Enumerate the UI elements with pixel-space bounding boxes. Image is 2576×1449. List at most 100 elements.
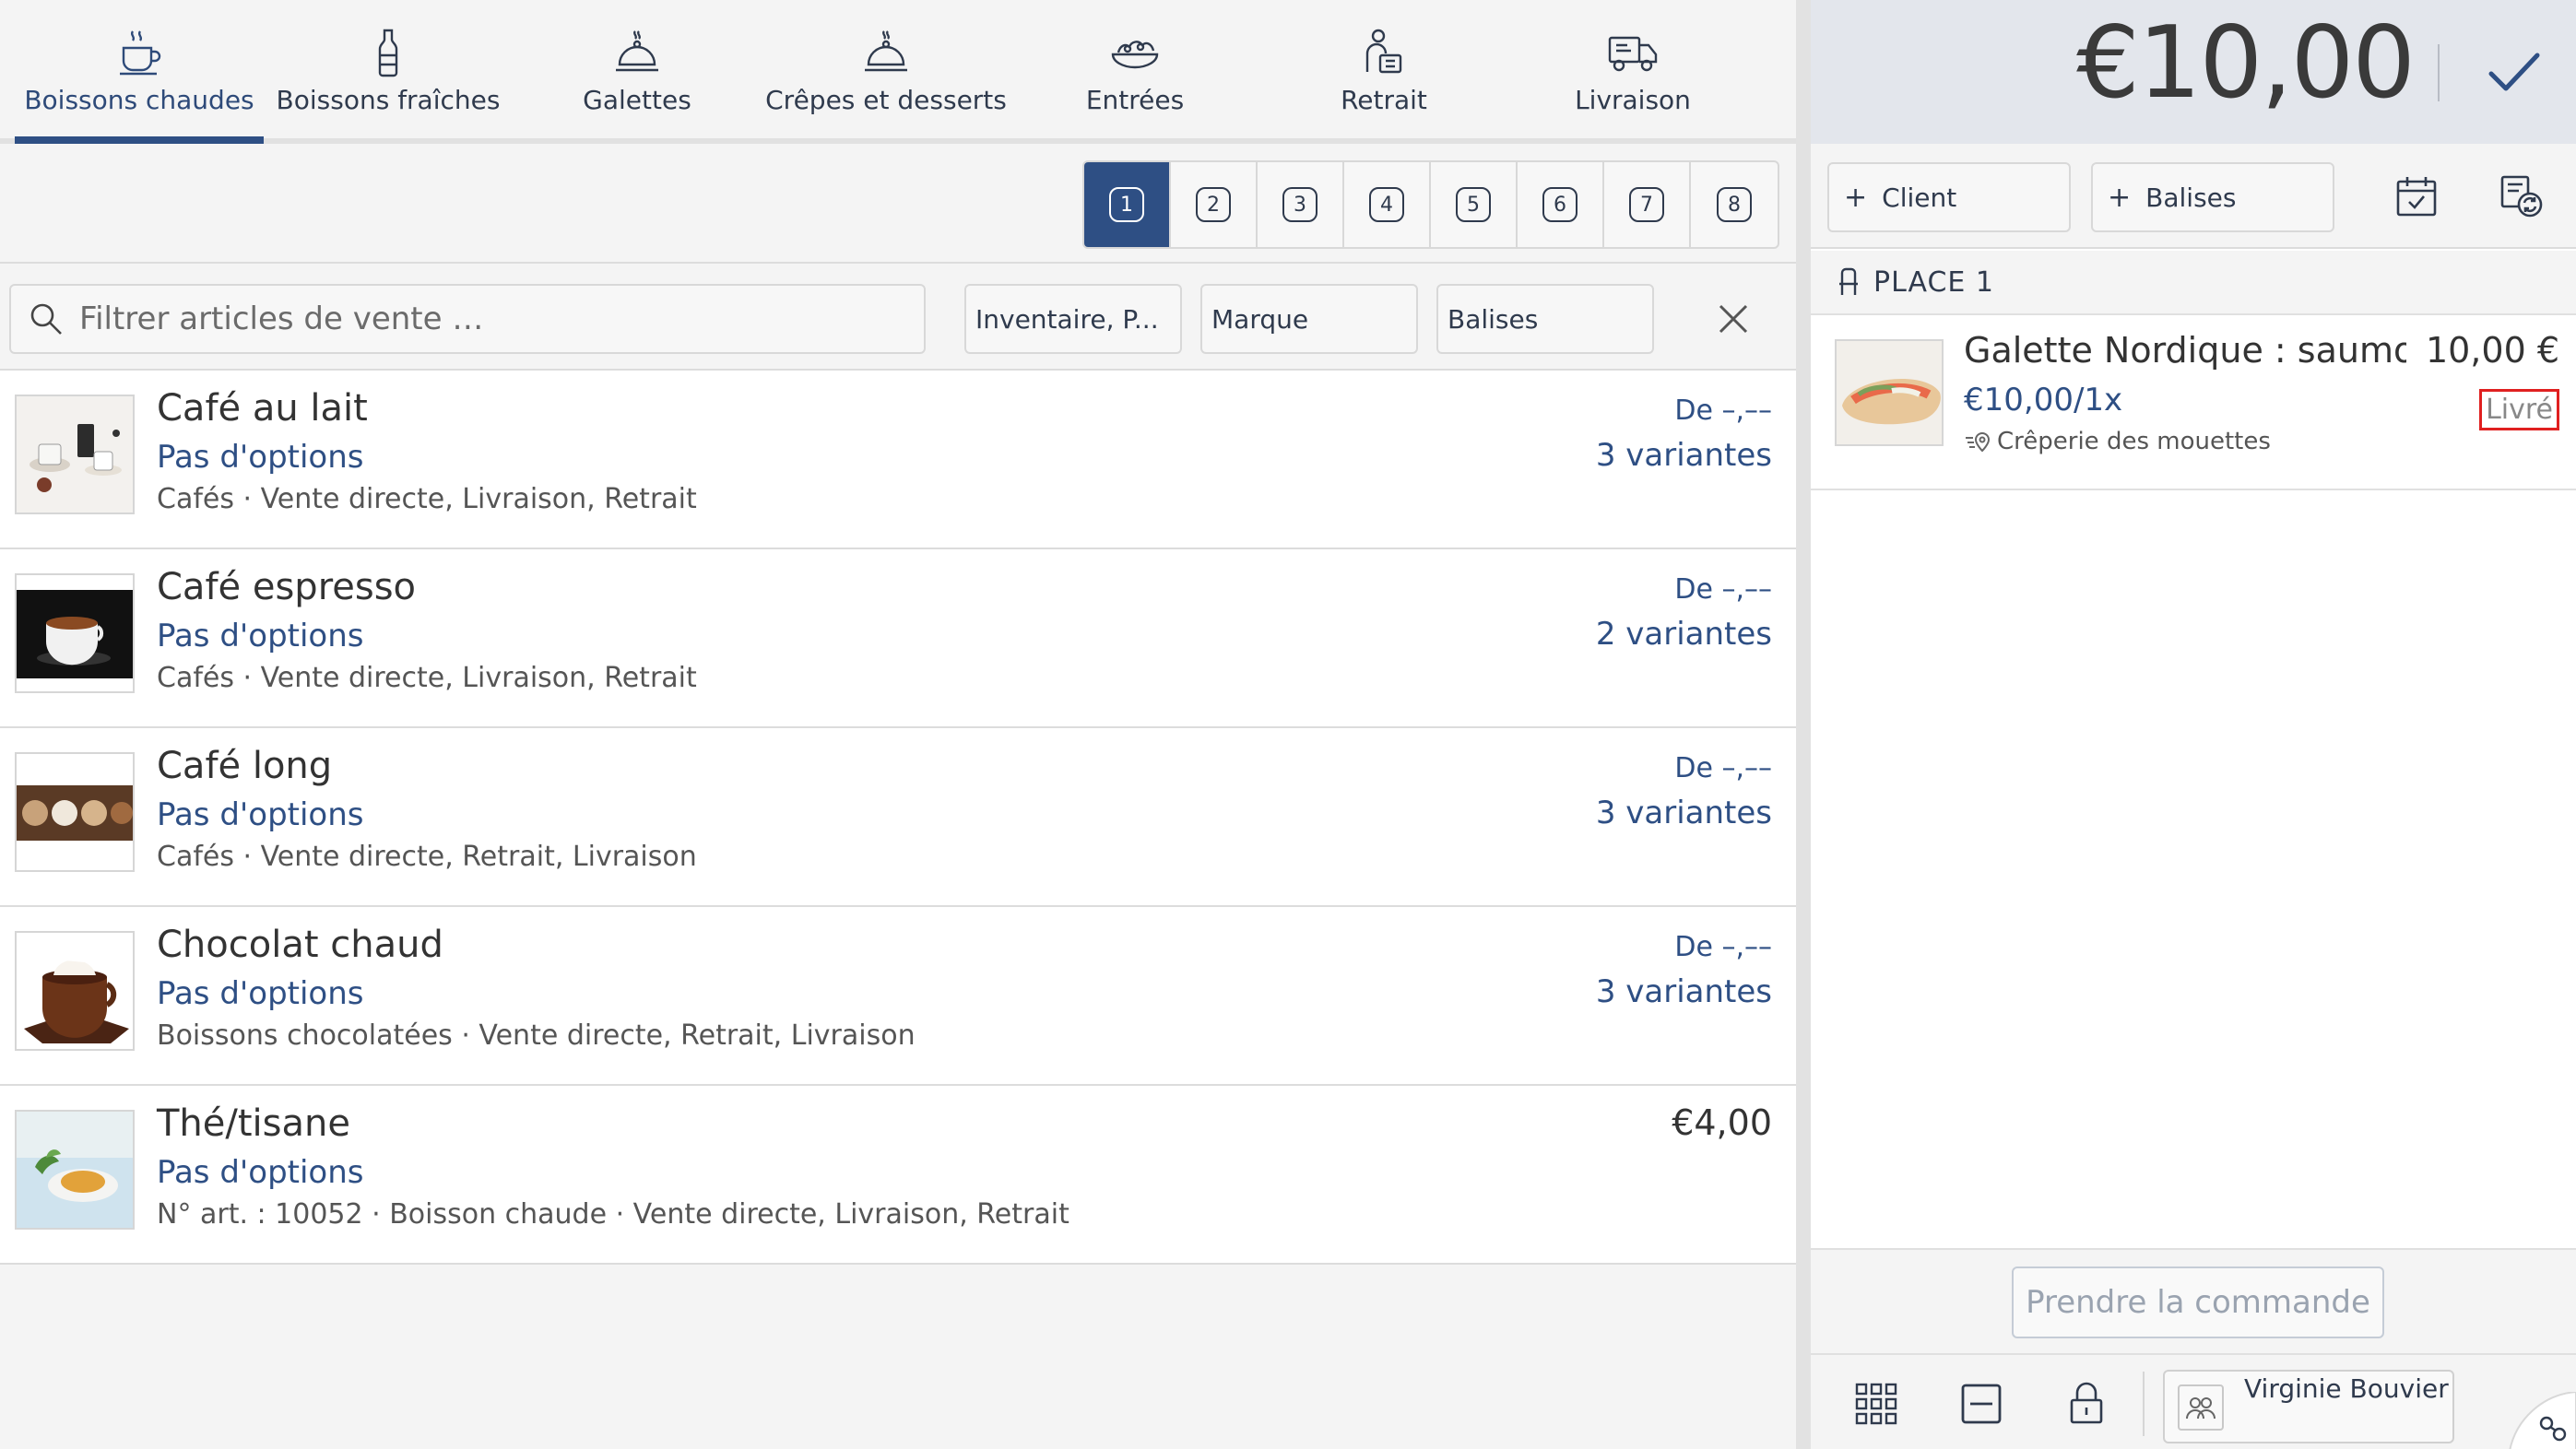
search-box[interactable] (9, 284, 926, 354)
list-item[interactable]: Café long Pas d'options Cafés · Vente di… (0, 728, 1796, 907)
filter-bar: Inventaire, P... Marque Balises (0, 265, 1796, 371)
status-badge: Livré (2479, 389, 2559, 430)
delivery-truck-icon (1607, 28, 1659, 77)
tab-label: Crêpes et desserts (765, 85, 1007, 115)
tab-entrees[interactable]: Entrées (1010, 0, 1259, 144)
delivery-location-icon (1964, 430, 1997, 453)
item-options: Pas d'options (157, 439, 364, 476)
divider (2438, 44, 2440, 101)
tab-retrait[interactable]: Retrait (1259, 0, 1508, 144)
list-item[interactable]: Chocolat chaud Pas d'options Boissons ch… (0, 907, 1796, 1086)
user-name: Virginie Bouvier (2244, 1373, 2449, 1404)
item-price-from: De –,–– (1674, 573, 1772, 606)
plus-icon: + (1844, 181, 1868, 214)
item-meta: N° art. : 10052 · Boisson chaude · Vente… (157, 1198, 1069, 1231)
order-action-bar: + Client + Balises (1811, 144, 2576, 249)
order-item-name: Galette Nordique : saumo... (1964, 330, 2406, 371)
item-price-from: De –,–– (1674, 752, 1772, 784)
place-title: PLACE 1 (1873, 265, 1995, 299)
filter-tags-chip[interactable]: Balises (1436, 284, 1654, 354)
item-thumbnail (15, 395, 135, 514)
item-options: Pas d'options (157, 618, 364, 654)
take-order-button[interactable]: Prendre la commande (2012, 1266, 2384, 1338)
item-thumbnail (15, 1110, 135, 1230)
item-price-from: De –,–– (1674, 395, 1772, 427)
panel-divider[interactable] (1796, 0, 1811, 1449)
tab-boissons-fraiches[interactable]: Boissons fraîches (264, 0, 513, 144)
place-number: 5 (1456, 187, 1491, 222)
place-number: 2 (1196, 187, 1231, 222)
order-item-unit-price: €10,00/1x (1964, 382, 2123, 418)
order-line-item[interactable]: Galette Nordique : saumo... 10,00 € €10,… (1811, 315, 2576, 490)
order-panel: €10,00 + Client + Balises PLACE 1 Galett… (1811, 0, 2576, 1449)
pickup-icon (1364, 28, 1404, 77)
take-order-bar: Prendre la commande (1811, 1248, 2576, 1353)
place-number: 1 (1109, 187, 1144, 222)
place-button-4[interactable]: 4 (1344, 162, 1431, 247)
tab-label: Galettes (583, 85, 691, 115)
order-item-thumbnail (1835, 339, 1944, 446)
order-item-vendor: Crêperie des mouettes (1964, 428, 2271, 455)
order-total-bar: €10,00 (1811, 0, 2576, 144)
item-price-from: De –,–– (1674, 931, 1772, 963)
grid-icon[interactable] (1851, 1379, 1901, 1429)
place-button-6[interactable]: 6 (1518, 162, 1604, 247)
add-tags-label: Balises (2145, 182, 2237, 213)
tab-boissons-chaudes[interactable]: Boissons chaudes (15, 0, 264, 144)
divider (2143, 1372, 2145, 1436)
place-number: 3 (1282, 187, 1318, 222)
user-button[interactable]: Virginie Bouvier (2163, 1370, 2454, 1443)
bottle-icon (374, 28, 402, 77)
place-number: 4 (1369, 187, 1404, 222)
vendor-name: Crêperie des mouettes (1997, 428, 2271, 455)
item-variants: 3 variantes (1595, 973, 1772, 1010)
tab-livraison[interactable]: Livraison (1508, 0, 1757, 144)
filter-inventory-chip[interactable]: Inventaire, P... (964, 284, 1182, 354)
checkmark-icon[interactable] (2482, 42, 2546, 101)
cloche-icon (861, 28, 911, 77)
place-number: 6 (1542, 187, 1578, 222)
list-item[interactable]: Café au lait Pas d'options Cafés · Vente… (0, 371, 1796, 549)
add-client-button[interactable]: + Client (1827, 162, 2071, 232)
item-thumbnail (15, 752, 135, 872)
item-meta: Cafés · Vente directe, Retrait, Livraiso… (157, 841, 697, 873)
place-number: 8 (1717, 187, 1752, 222)
item-name: Thé/tisane (157, 1102, 350, 1145)
place-button-8[interactable]: 8 (1691, 162, 1778, 247)
place-button-5[interactable]: 5 (1431, 162, 1518, 247)
add-tags-button[interactable]: + Balises (2091, 162, 2334, 232)
hot-drink-icon (116, 28, 162, 77)
item-thumbnail (15, 573, 135, 693)
item-thumbnail (15, 931, 135, 1051)
close-icon[interactable] (1713, 299, 1754, 339)
list-item[interactable]: Café espresso Pas d'options Cafés · Vent… (0, 549, 1796, 728)
item-meta: Cafés · Vente directe, Livraison, Retrai… (157, 662, 697, 694)
bottom-toolbar: Virginie Bouvier (1811, 1353, 2576, 1449)
lock-icon[interactable] (2062, 1379, 2111, 1429)
transfer-icon[interactable] (2495, 170, 2548, 223)
users-icon (2178, 1384, 2224, 1431)
tab-crepes-desserts[interactable]: Crêpes et desserts (762, 0, 1010, 144)
place-button-7[interactable]: 7 (1604, 162, 1691, 247)
order-total: €10,00 (2076, 6, 2416, 121)
place-selector: 1 2 3 4 5 6 7 8 (1082, 160, 1779, 249)
search-icon (28, 300, 65, 337)
tab-galettes[interactable]: Galettes (513, 0, 762, 144)
tab-label: Entrées (1085, 85, 1185, 115)
place-number: 7 (1629, 187, 1664, 222)
item-variants: 3 variantes (1595, 795, 1772, 831)
item-options: Pas d'options (157, 975, 364, 1012)
place-header: PLACE 1 (1811, 251, 2576, 315)
list-item[interactable]: Thé/tisane Pas d'options N° art. : 10052… (0, 1086, 1796, 1265)
search-input[interactable] (79, 300, 909, 337)
place-button-3[interactable]: 3 (1258, 162, 1344, 247)
filter-brand-chip[interactable]: Marque (1200, 284, 1418, 354)
place-button-2[interactable]: 2 (1171, 162, 1258, 247)
calendar-check-icon[interactable] (2390, 170, 2443, 223)
minus-box-icon[interactable] (1956, 1379, 2006, 1429)
item-options: Pas d'options (157, 796, 364, 833)
item-name: Café espresso (157, 566, 417, 608)
place-button-1[interactable]: 1 (1084, 162, 1171, 247)
order-item-price: 10,00 € (2425, 330, 2559, 371)
link-icon[interactable] (2502, 1392, 2576, 1449)
